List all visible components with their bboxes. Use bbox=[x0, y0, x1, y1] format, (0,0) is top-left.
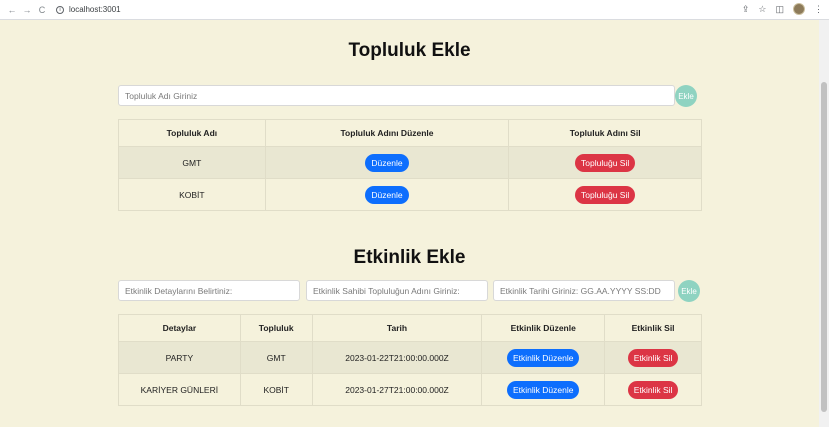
etkinlik-date-input[interactable]: Etkinlik Tarihi Giriniz: GG.AA.YYYY SS:D… bbox=[493, 280, 675, 301]
page-content: Topluluk Ekle Topluluk Adı Giriniz Ekle … bbox=[0, 20, 819, 427]
delete-cell: Topluluğu Sil bbox=[508, 178, 702, 211]
share-icon[interactable]: ⇪ bbox=[742, 4, 750, 15]
address-bar[interactable]: i localhost:3001 bbox=[56, 3, 121, 17]
header-topluluk: Topluluk bbox=[239, 314, 313, 342]
edit-event-button[interactable]: Etkinlik Düzenle bbox=[507, 380, 580, 399]
edit-cell: Düzenle bbox=[264, 146, 510, 179]
browser-toolbar: ← → C i localhost:3001 ⇪ ☆ ◫ ⋮ bbox=[0, 0, 829, 20]
menu-icon[interactable]: ⋮ bbox=[814, 4, 823, 15]
etkinlik-title: Etkinlik Ekle bbox=[353, 247, 466, 268]
table-header-row: Detaylar Topluluk Tarih Etkinlik Düzenle… bbox=[118, 314, 702, 342]
detail-cell: PARTY bbox=[118, 341, 241, 374]
table-header-row: Topluluk Adı Topluluk Adını Düzenle Topl… bbox=[118, 119, 702, 147]
etkinlik-table: Detaylar Topluluk Tarih Etkinlik Düzenle… bbox=[118, 314, 702, 406]
header-topluluk-adi: Topluluk Adı bbox=[118, 119, 266, 147]
edit-cell: Etkinlik Düzenle bbox=[481, 373, 606, 406]
edit-button[interactable]: Düzenle bbox=[365, 153, 409, 172]
delete-cell: Topluluğu Sil bbox=[508, 146, 702, 179]
site-info-icon[interactable]: i bbox=[56, 5, 64, 14]
back-icon[interactable]: ← bbox=[6, 4, 18, 16]
edit-cell: Etkinlik Düzenle bbox=[481, 341, 606, 374]
browser-actions: ⇪ ☆ ◫ ⋮ bbox=[742, 3, 823, 15]
delete-button[interactable]: Topluluğu Sil bbox=[575, 185, 636, 204]
topluluk-table: Topluluk Adı Topluluk Adını Düzenle Topl… bbox=[118, 119, 702, 211]
community-cell: KOBİT bbox=[239, 373, 313, 406]
topluluk-name-cell: GMT bbox=[118, 146, 266, 179]
community-cell: GMT bbox=[239, 341, 313, 374]
edit-event-button[interactable]: Etkinlik Düzenle bbox=[507, 348, 580, 367]
header-detaylar: Detaylar bbox=[118, 314, 241, 342]
profile-avatar[interactable] bbox=[793, 3, 805, 15]
header-duzenle: Topluluk Adını Düzenle bbox=[264, 119, 510, 147]
topluluk-title: Topluluk Ekle bbox=[348, 40, 471, 61]
scrollbar-thumb[interactable] bbox=[821, 82, 827, 412]
header-sil: Topluluk Adını Sil bbox=[508, 119, 702, 147]
edit-cell: Düzenle bbox=[264, 178, 510, 211]
forward-icon[interactable]: → bbox=[21, 4, 33, 16]
etkinlik-owner-input[interactable]: Etkinlik Sahibi Topluluğun Adını Giriniz… bbox=[306, 280, 488, 301]
page-scrollbar[interactable] bbox=[819, 20, 829, 427]
side-panel-icon[interactable]: ◫ bbox=[775, 4, 784, 15]
topluluk-add-button[interactable]: Ekle bbox=[675, 85, 697, 107]
delete-event-button[interactable]: Etkinlik Sil bbox=[627, 380, 679, 399]
header-tarih: Tarih bbox=[311, 314, 483, 342]
date-cell: 2023-01-27T21:00:00.000Z bbox=[311, 373, 483, 406]
table-row: PARTY GMT 2023-01-22T21:00:00.000Z Etkin… bbox=[118, 341, 702, 374]
delete-cell: Etkinlik Sil bbox=[604, 373, 702, 406]
table-row: KOBİT Düzenle Topluluğu Sil bbox=[118, 178, 702, 211]
star-icon[interactable]: ☆ bbox=[758, 4, 766, 15]
topluluk-name-input[interactable]: Topluluk Adı Giriniz bbox=[118, 85, 675, 106]
table-row: KARİYER GÜNLERİ KOBİT 2023-01-27T21:00:0… bbox=[118, 373, 702, 406]
edit-button[interactable]: Düzenle bbox=[365, 185, 409, 204]
header-etkinlik-duzenle: Etkinlik Düzenle bbox=[481, 314, 606, 342]
table-row: GMT Düzenle Topluluğu Sil bbox=[118, 146, 702, 179]
delete-event-button[interactable]: Etkinlik Sil bbox=[627, 348, 679, 367]
topluluk-name-cell: KOBİT bbox=[118, 178, 266, 211]
detail-cell: KARİYER GÜNLERİ bbox=[118, 373, 241, 406]
reload-icon[interactable]: C bbox=[36, 4, 48, 16]
url-text: localhost:3001 bbox=[69, 5, 121, 14]
etkinlik-add-button[interactable]: Ekle bbox=[678, 280, 700, 302]
date-cell: 2023-01-22T21:00:00.000Z bbox=[311, 341, 483, 374]
delete-cell: Etkinlik Sil bbox=[604, 341, 702, 374]
header-etkinlik-sil: Etkinlik Sil bbox=[604, 314, 702, 342]
delete-button[interactable]: Topluluğu Sil bbox=[575, 153, 636, 172]
etkinlik-detail-input[interactable]: Etkinlik Detaylarını Belirtiniz: bbox=[118, 280, 300, 301]
